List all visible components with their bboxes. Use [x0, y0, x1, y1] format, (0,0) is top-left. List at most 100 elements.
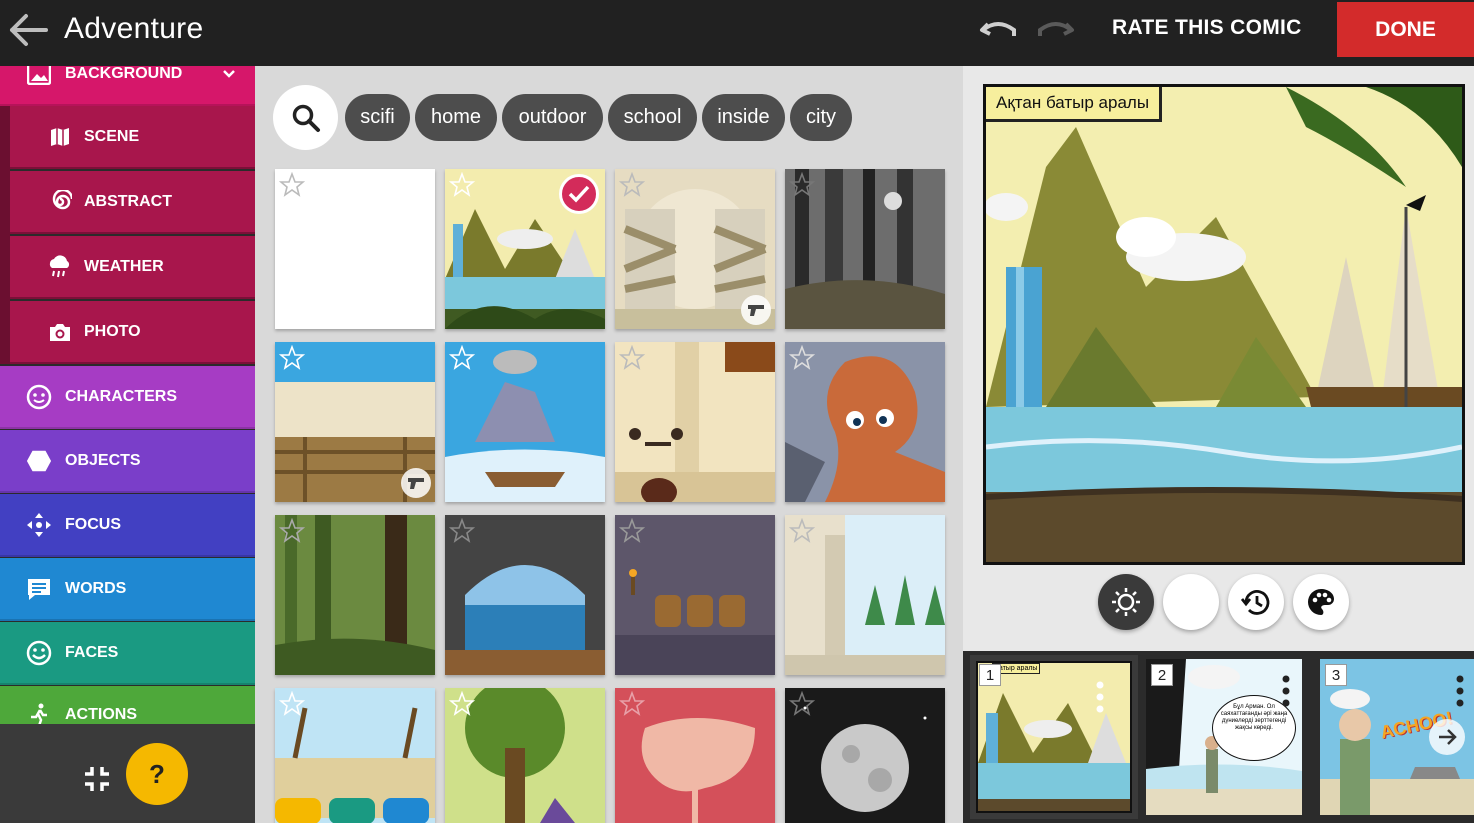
tag-home[interactable]: home — [415, 94, 497, 141]
subcategory-label: SCENE — [84, 127, 140, 145]
category-faces[interactable]: FACES — [0, 622, 255, 685]
subcategory-rail — [0, 106, 10, 364]
star-icon — [789, 691, 815, 716]
done-button[interactable]: DONE — [1337, 2, 1474, 57]
search-icon — [292, 104, 320, 132]
star-icon — [789, 172, 815, 197]
undo-button[interactable] — [978, 14, 1020, 46]
night-tool-button[interactable] — [1163, 574, 1219, 630]
sidebar: BACKGROUND SCENE ABSTRACT WEATHER PHOTO … — [0, 66, 255, 823]
star-icon — [619, 172, 645, 197]
selected-check-icon — [559, 174, 599, 214]
camera-icon — [47, 319, 73, 345]
comic-panel[interactable]: Ақтан батыр аралы — [983, 84, 1465, 565]
star-icon — [449, 345, 475, 370]
history-icon — [1240, 590, 1270, 615]
redo-button[interactable] — [1034, 14, 1076, 46]
collapse-arrows-icon — [85, 767, 109, 791]
brightness-tool-button[interactable] — [1098, 574, 1154, 630]
tag-scifi[interactable]: scifi — [345, 94, 410, 141]
background-thumb-blank[interactable] — [275, 169, 435, 329]
category-focus[interactable]: FOCUS — [0, 494, 255, 557]
redo-icon — [1038, 22, 1074, 36]
map-icon — [47, 124, 73, 150]
background-thumb-stone-wall[interactable] — [275, 342, 435, 502]
weapon-icon — [741, 295, 771, 325]
history-tool-button[interactable] — [1228, 574, 1284, 630]
category-characters[interactable]: CHARACTERS — [0, 366, 255, 429]
island-scene-illustration — [986, 87, 1462, 562]
strip-frame-2[interactable]: Бұл Арман. Ол саяхаттағанды әрі жаңа дүн… — [1146, 659, 1302, 815]
comic-title: Adventure — [64, 12, 204, 45]
frame-number: 1 — [979, 664, 1001, 686]
star-icon — [449, 691, 475, 716]
panel-editor: Ақтан батыр аралы — [963, 66, 1474, 651]
background-thumb-octopus[interactable] — [785, 342, 945, 502]
subcategory-scene[interactable]: SCENE — [10, 106, 255, 169]
spiral-icon — [47, 189, 73, 215]
background-thumb-street[interactable] — [275, 688, 435, 823]
panel-caption[interactable]: Ақтан батыр аралы — [986, 87, 1163, 122]
strip-frame-1[interactable]: батыр аралы 1 — [970, 655, 1138, 819]
background-thumb-boarded-windows[interactable] — [615, 169, 775, 329]
category-label: WORDS — [65, 579, 127, 597]
background-thumb-dark-forest[interactable] — [785, 169, 945, 329]
subcategory-label: ABSTRACT — [84, 192, 172, 210]
subcategory-abstract[interactable]: ABSTRACT — [10, 171, 255, 234]
subcategory-weather[interactable]: WEATHER — [10, 236, 255, 299]
background-thumb-flying-ship[interactable] — [445, 342, 605, 502]
focus-arrows-icon — [26, 512, 52, 538]
arrow-right-icon — [1439, 729, 1457, 745]
category-label: FACES — [65, 643, 119, 661]
rain-cloud-icon — [47, 254, 73, 280]
tag-city[interactable]: city — [790, 94, 852, 141]
speech-bubble-icon — [26, 576, 52, 602]
strip-next-button[interactable] — [1429, 719, 1465, 755]
hexagon-icon — [26, 448, 52, 474]
more-vertical-icon[interactable] — [1090, 677, 1110, 717]
category-actions[interactable]: ACTIONS — [0, 686, 255, 727]
help-button[interactable]: ? — [126, 743, 188, 805]
undo-icon — [980, 22, 1016, 36]
star-icon — [279, 172, 305, 197]
character-face-icon — [26, 384, 52, 410]
subcategory-photo[interactable]: PHOTO — [10, 301, 255, 364]
comic-strip: батыр аралы 1 Бұл Арман. Ол саяхаттағанд… — [963, 651, 1474, 823]
tag-outdoor[interactable]: outdoor — [502, 94, 603, 141]
star-icon — [619, 691, 645, 716]
image-icon — [26, 66, 52, 87]
background-thumb-temple[interactable] — [785, 515, 945, 675]
background-thumb-island[interactable] — [445, 169, 605, 329]
background-thumb-cafe[interactable] — [615, 342, 775, 502]
category-label: CHARACTERS — [65, 387, 177, 405]
background-thumb-moon[interactable] — [785, 688, 945, 823]
category-words[interactable]: WORDS — [0, 558, 255, 621]
subcategory-label: WEATHER — [84, 257, 164, 275]
category-background[interactable]: BACKGROUND — [0, 66, 255, 106]
search-button[interactable] — [273, 85, 338, 150]
chevron-down-icon — [222, 66, 236, 84]
category-objects[interactable]: OBJECTS — [0, 430, 255, 493]
tag-inside[interactable]: inside — [702, 94, 785, 141]
more-vertical-icon[interactable] — [1450, 671, 1470, 711]
star-icon — [619, 345, 645, 370]
star-icon — [279, 518, 305, 543]
category-label: FOCUS — [65, 515, 121, 533]
background-thumb-cellar[interactable] — [615, 515, 775, 675]
palette-tool-button[interactable] — [1293, 574, 1349, 630]
background-thumb-tent[interactable] — [445, 688, 605, 823]
more-vertical-icon[interactable] — [1276, 671, 1296, 711]
category-label: BACKGROUND — [65, 66, 183, 82]
frame-number: 2 — [1151, 664, 1173, 686]
sidebar-bottom-tools: ? — [0, 724, 255, 823]
background-thumb-green-forest[interactable] — [275, 515, 435, 675]
smiley-icon — [26, 640, 52, 666]
top-bar: Adventure RATE THIS COMIC DONE — [0, 0, 1474, 66]
rate-comic-button[interactable]: RATE THIS COMIC — [1112, 16, 1302, 46]
background-thumb-liver[interactable] — [615, 688, 775, 823]
back-button[interactable] — [6, 10, 50, 50]
collapse-button[interactable] — [82, 764, 112, 794]
weapon-icon — [401, 468, 431, 498]
tag-school[interactable]: school — [608, 94, 697, 141]
background-thumb-sea-cave[interactable] — [445, 515, 605, 675]
